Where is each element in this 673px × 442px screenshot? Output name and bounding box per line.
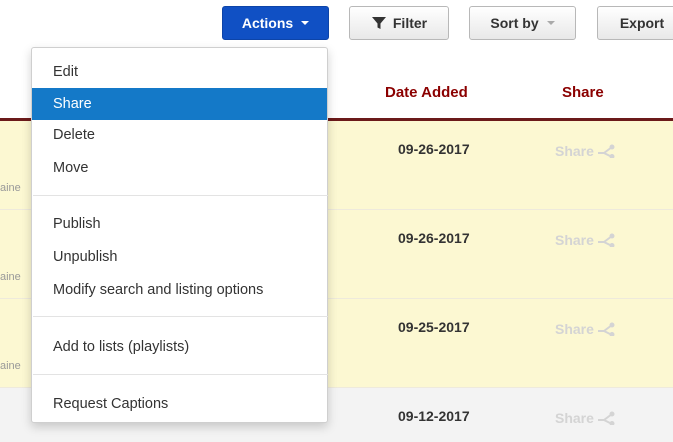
- row-date-added: 09-26-2017: [398, 141, 470, 157]
- row-date-added: 09-26-2017: [398, 230, 470, 246]
- share-icon: [597, 411, 615, 425]
- actions-button-label: Actions: [241, 15, 294, 31]
- row-share-label: Share: [555, 143, 594, 159]
- actions-button[interactable]: Actions: [222, 6, 329, 40]
- menu-divider: [33, 374, 328, 375]
- row-owner-text: aine: [0, 182, 21, 194]
- menu-item-request-captions[interactable]: Request Captions: [32, 388, 327, 420]
- menu-item-delete[interactable]: Delete: [32, 119, 327, 151]
- funnel-icon: [371, 17, 386, 29]
- row-share-link: Share: [555, 143, 617, 159]
- menu-item-share[interactable]: Share: [32, 88, 327, 120]
- row-date-added: 09-12-2017: [398, 408, 470, 424]
- row-owner-text: aine: [0, 271, 21, 283]
- actions-dropdown-menu: Edit Share Delete Move Publish Unpublish…: [31, 47, 328, 423]
- row-share-label: Share: [555, 321, 594, 337]
- menu-divider: [33, 195, 328, 196]
- menu-item-publish[interactable]: Publish: [32, 208, 327, 240]
- share-icon: [597, 144, 615, 158]
- chevron-down-icon: [301, 21, 310, 25]
- row-date-added: 09-25-2017: [398, 319, 470, 335]
- row-share-link: Share: [555, 321, 617, 337]
- menu-item-unpublish[interactable]: Unpublish: [32, 241, 327, 273]
- row-share-link: Share: [555, 232, 617, 248]
- export-button[interactable]: Export: [597, 6, 673, 40]
- menu-item-modify-search-listing[interactable]: Modify search and listing options: [32, 274, 327, 306]
- filter-button[interactable]: Filter: [349, 6, 449, 40]
- sort-by-button-label: Sort by: [490, 15, 539, 31]
- row-owner-text: aine: [0, 360, 21, 372]
- menu-item-edit[interactable]: Edit: [32, 56, 327, 88]
- export-button-label: Export: [619, 15, 665, 31]
- share-icon: [597, 233, 615, 247]
- row-share-label: Share: [555, 232, 594, 248]
- menu-divider: [33, 316, 328, 317]
- row-share-link: Share: [555, 410, 617, 426]
- share-icon: [597, 322, 615, 336]
- chevron-down-icon: [546, 21, 555, 25]
- column-header-date-added[interactable]: Date Added: [385, 84, 468, 101]
- row-share-label: Share: [555, 410, 594, 426]
- column-header-share: Share: [562, 84, 604, 101]
- menu-item-add-to-lists[interactable]: Add to lists (playlists): [32, 331, 327, 363]
- sort-by-button[interactable]: Sort by: [469, 6, 576, 40]
- filter-button-label: Filter: [392, 15, 428, 31]
- menu-item-move[interactable]: Move: [32, 152, 327, 184]
